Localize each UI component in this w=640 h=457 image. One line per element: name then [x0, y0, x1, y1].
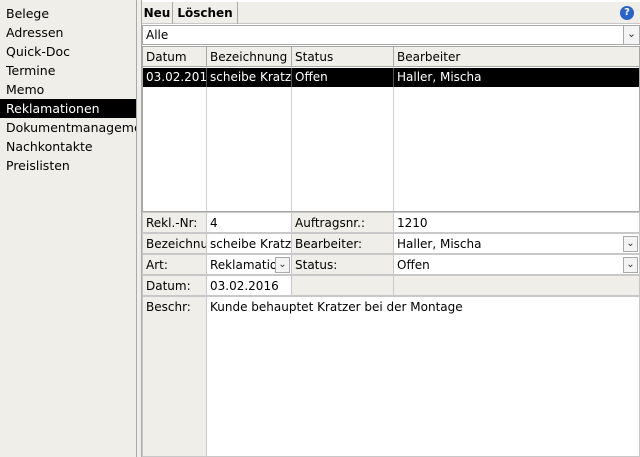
reklamation-table: Datum Bezeichnung Status Bearbeiter 03.0…: [142, 46, 640, 212]
detail-form: Rekl.-Nr: 4 Auftragsnr.: 1210 Bezeichnun…: [142, 212, 640, 457]
sidebar-item-adressen[interactable]: Adressen: [0, 23, 136, 42]
art-label: Art:: [142, 254, 207, 275]
auftragsnr-label: Auftragsnr.:: [291, 212, 394, 233]
empty-cell: [393, 275, 640, 296]
bezeichnung-label: Bezeichnung:: [142, 233, 207, 254]
bearbeiter-label: Bearbeiter:: [291, 233, 394, 254]
sidebar-item-memo[interactable]: Memo: [0, 80, 136, 99]
bearbeiter-select[interactable]: Haller, Mischa ⌄: [393, 233, 640, 254]
status-label: Status:: [291, 254, 394, 275]
table-row[interactable]: 03.02.2016 scheibe Kratzer Offen Haller,…: [143, 68, 639, 87]
toolbar: Neu Löschen ?: [142, 2, 640, 24]
datum-field[interactable]: 03.02.2016: [206, 275, 292, 296]
bezeichnung-field[interactable]: scheibe Kratzer: [206, 233, 292, 254]
rekl-nr-label: Rekl.-Nr:: [142, 212, 207, 233]
column-header-status[interactable]: Status: [292, 47, 394, 67]
delete-button[interactable]: Löschen: [173, 2, 238, 24]
art-select[interactable]: Reklamation ⌄: [206, 254, 292, 275]
sidebar-item-preislisten[interactable]: Preislisten: [0, 156, 136, 175]
sidebar-item-reklamationen[interactable]: Reklamationen: [0, 99, 136, 118]
column-header-bearbeiter[interactable]: Bearbeiter: [394, 47, 639, 67]
column-divider: [143, 67, 207, 211]
status-select[interactable]: Offen ⌄: [393, 254, 640, 275]
column-divider: [207, 67, 292, 211]
sidebar-item-dokumentmanagement[interactable]: Dokumentmanagement: [0, 118, 136, 137]
datum-label: Datum:: [142, 275, 207, 296]
chevron-down-icon[interactable]: ⌄: [623, 257, 638, 273]
new-button[interactable]: Neu: [142, 2, 173, 24]
chevron-down-icon[interactable]: ⌄: [275, 257, 290, 273]
chevron-down-icon[interactable]: ⌄: [623, 26, 639, 44]
sidebar-item-termine[interactable]: Termine: [0, 61, 136, 80]
sidebar-item-nachkontakte[interactable]: Nachkontakte: [0, 137, 136, 156]
cell-status: Offen: [292, 68, 394, 87]
column-header-datum[interactable]: Datum: [143, 47, 207, 67]
cell-bearbeiter: Haller, Mischa: [397, 70, 482, 84]
filter-value: Alle: [146, 28, 169, 42]
sidebar-item-quick-doc[interactable]: Quick-Doc: [0, 42, 136, 61]
sidebar-nav: Belege Adressen Quick-Doc Termine Memo R…: [0, 0, 137, 457]
status-value: Offen: [397, 258, 430, 272]
column-divider: [292, 67, 394, 211]
cell-datum: 03.02.2016: [143, 68, 207, 87]
beschreibung-textarea[interactable]: Kunde behauptet Kratzer bei der Montage: [206, 296, 640, 457]
rekl-nr-field[interactable]: 4: [206, 212, 292, 233]
column-header-bezeichnung[interactable]: Bezeichnung: [207, 47, 292, 67]
sidebar-item-belege[interactable]: Belege: [0, 4, 136, 23]
empty-cell: [291, 275, 394, 296]
cell-bezeichnung: scheibe Kratzer: [207, 68, 292, 87]
beschreibung-label: Beschr:: [142, 296, 207, 457]
bearbeiter-value: Haller, Mischa: [397, 237, 482, 251]
art-value: Reklamation: [210, 258, 285, 272]
filter-select[interactable]: Alle ⌄: [142, 25, 640, 45]
chevron-down-icon[interactable]: ⌄: [623, 236, 638, 252]
auftragsnr-field[interactable]: 1210: [393, 212, 640, 233]
help-icon[interactable]: ?: [620, 6, 634, 20]
